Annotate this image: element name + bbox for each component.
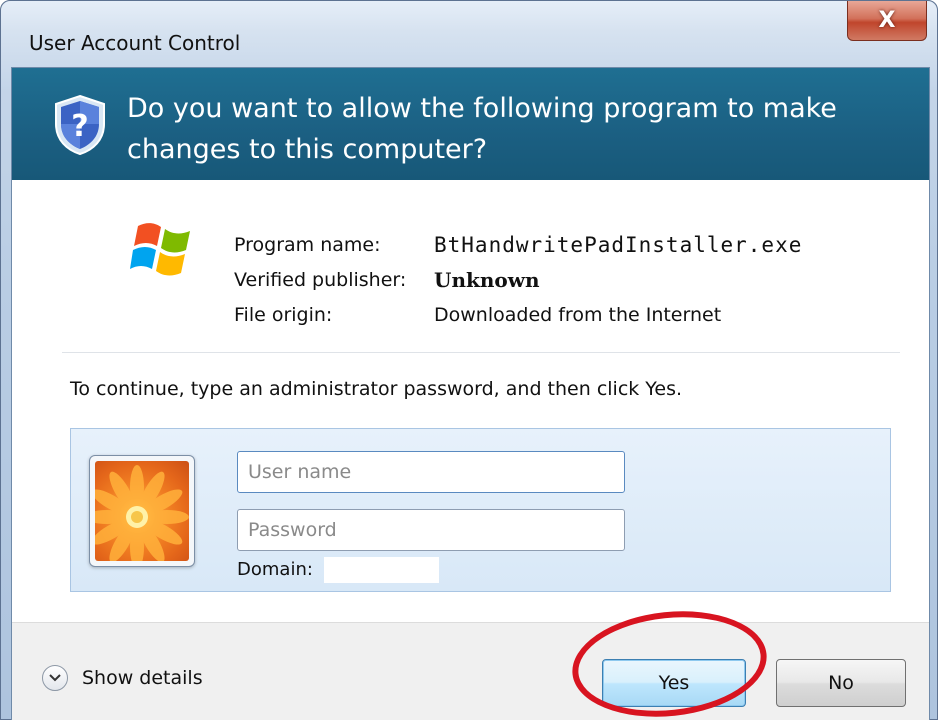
chevron-down-icon[interactable] [42, 665, 68, 691]
no-button[interactable]: No [776, 659, 906, 707]
show-details-label[interactable]: Show details [82, 667, 203, 689]
uac-dialog-window: User Account Control X ? Do you want to … [0, 0, 938, 720]
program-name-value: BtHandwritePadInstaller.exe [434, 233, 803, 257]
dialog-body: ? Do you want to allow the following pro… [11, 67, 930, 720]
dialog-footer: Show details Yes No [12, 622, 929, 720]
origin-label: File origin: [234, 304, 333, 326]
yes-button[interactable]: Yes [602, 659, 746, 707]
publisher-label: Verified publisher: [234, 269, 407, 291]
origin-value: Downloaded from the Internet [434, 304, 722, 326]
close-icon: X [878, 8, 896, 33]
windows-logo-icon [130, 223, 190, 276]
user-avatar [89, 455, 195, 567]
uac-shield-icon: ? [55, 94, 105, 156]
domain-value [324, 557, 439, 583]
program-name-label: Program name: [234, 234, 381, 256]
window-title: User Account Control [29, 31, 241, 55]
close-button[interactable]: X [847, 1, 927, 41]
show-details-toggle[interactable]: Show details [42, 665, 203, 691]
program-info-labels: Program name: Verified publisher: File o… [234, 228, 406, 333]
banner-question: Do you want to allow the following progr… [127, 93, 837, 165]
credentials-panel: Domain: [70, 428, 891, 592]
user-avatar-flower-icon [95, 461, 189, 561]
question-banner: ? Do you want to allow the following pro… [12, 68, 929, 180]
password-input[interactable] [237, 509, 625, 551]
continue-instruction: To continue, type an administrator passw… [70, 378, 683, 400]
domain-label: Domain: [237, 559, 313, 580]
svg-text:?: ? [71, 109, 88, 144]
username-input[interactable] [237, 451, 625, 493]
publisher-value: Unknown [434, 268, 540, 292]
program-info-values: BtHandwritePadInstaller.exe Unknown Down… [434, 228, 802, 333]
section-divider [62, 352, 900, 353]
